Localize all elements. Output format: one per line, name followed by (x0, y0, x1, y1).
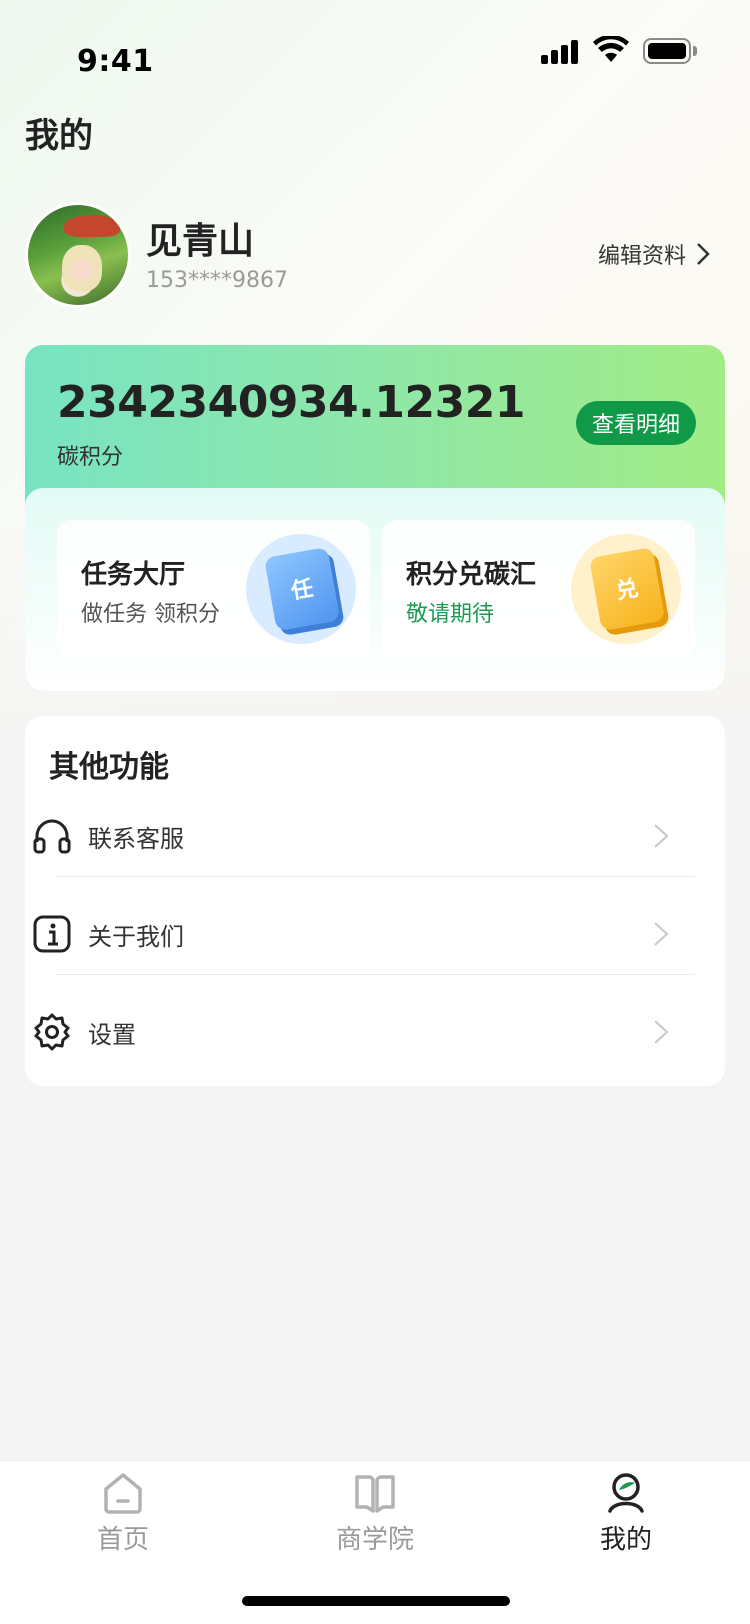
headphones-icon (30, 814, 74, 858)
carbon-points-card: 2342340934.12321 碳积分 查看明细 任务大厅 做任务 领积分 任… (25, 345, 725, 691)
carbon-points-label: 碳积分 (57, 445, 124, 470)
home-icon (104, 1473, 142, 1514)
edit-profile-link[interactable]: 编辑资料 (598, 238, 714, 270)
exchange-book-icon: 兑 (571, 534, 681, 644)
other-functions-title: 其他功能 (49, 750, 169, 785)
tab-mine[interactable]: 我的 (551, 1471, 701, 1561)
chevron-right-icon (697, 243, 710, 265)
tab-mine-label: 我的 (599, 1525, 652, 1555)
divider (55, 974, 695, 975)
settings-item[interactable]: 设置 (30, 984, 670, 1080)
home-indicator (242, 1596, 510, 1606)
tab-home[interactable]: 首页 (48, 1471, 198, 1561)
about-us-label: 关于我们 (88, 922, 184, 951)
chevron-right-icon (654, 922, 669, 946)
info-icon (30, 912, 74, 956)
tab-home-label: 首页 (96, 1525, 149, 1555)
tab-business-school[interactable]: 商学院 (300, 1471, 450, 1561)
points-entries: 任务大厅 做任务 领积分 任 积分兑碳汇 敬请期待 兑 (25, 488, 725, 691)
user-icon (608, 1473, 644, 1513)
wifi-icon (593, 36, 629, 62)
task-hall-title: 任务大厅 (81, 560, 186, 590)
status-time: 9:41 (77, 44, 154, 79)
chevron-right-icon (654, 1020, 669, 1044)
gear-icon (30, 1010, 74, 1054)
carbon-points-value: 2342340934.12321 (57, 377, 525, 428)
points-exchange-subtitle: 敬请期待 (406, 602, 495, 627)
user-phone: 153****9867 (146, 268, 288, 293)
settings-label: 设置 (88, 1020, 136, 1049)
about-us-item[interactable]: 关于我们 (30, 886, 670, 982)
task-hall-subtitle: 做任务 领积分 (81, 602, 220, 627)
view-details-button[interactable]: 查看明细 (576, 401, 696, 445)
cellular-signal-icon (541, 38, 581, 64)
page-title: 我的 (25, 116, 93, 156)
divider (55, 876, 695, 877)
tab-business-school-label: 商学院 (335, 1525, 414, 1555)
status-bar: 9:41 (0, 0, 750, 100)
book-open-icon (355, 1475, 395, 1513)
contact-support-item[interactable]: 联系客服 (30, 788, 670, 884)
task-book-icon: 任 (246, 534, 356, 644)
chevron-right-icon (654, 824, 669, 848)
user-name: 见青山 (146, 221, 255, 262)
task-hall-entry[interactable]: 任务大厅 做任务 领积分 任 (57, 520, 370, 658)
contact-support-label: 联系客服 (88, 824, 184, 853)
battery-icon (643, 38, 697, 64)
edit-profile-label: 编辑资料 (598, 244, 687, 269)
points-exchange-title: 积分兑碳汇 (406, 560, 537, 590)
avatar[interactable] (25, 202, 131, 308)
points-exchange-entry[interactable]: 积分兑碳汇 敬请期待 兑 (382, 520, 695, 658)
